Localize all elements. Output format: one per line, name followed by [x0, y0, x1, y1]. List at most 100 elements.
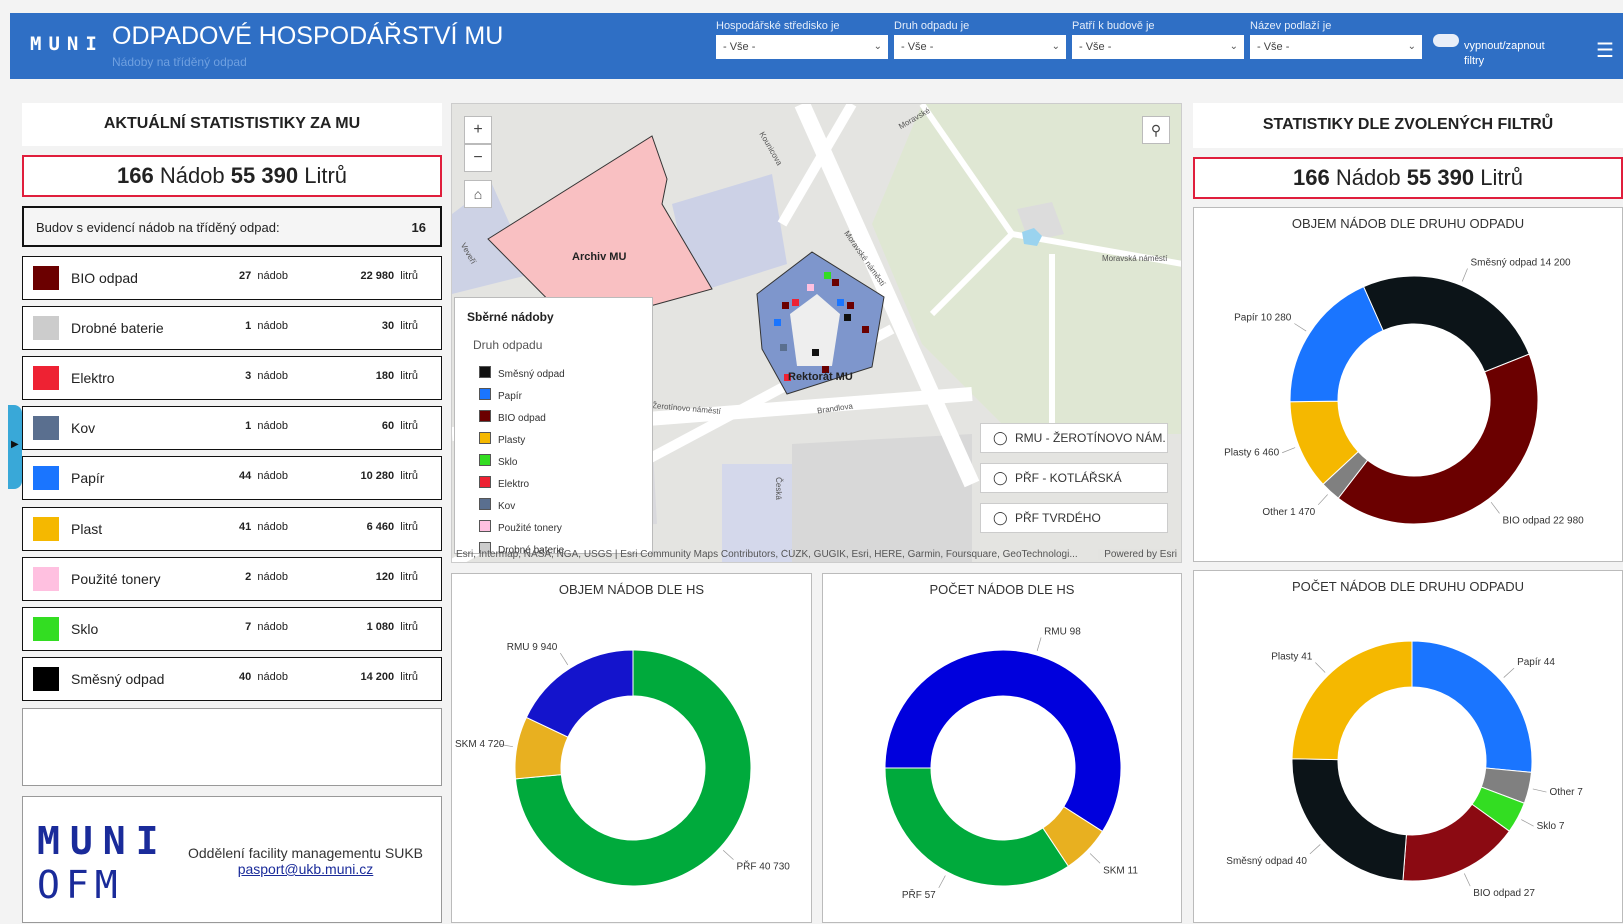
donut-slice[interactable] — [525, 649, 634, 738]
slice-leader-line — [1461, 268, 1468, 282]
waste-count: 3 nádob — [223, 370, 288, 382]
legend-label: Kov — [498, 501, 516, 512]
volume-unit: litrů — [400, 370, 418, 382]
count-value: 1 — [245, 420, 252, 432]
zoom-out-button[interactable]: − — [464, 144, 492, 172]
filter-select[interactable]: - Vše - ⌄ — [894, 35, 1066, 59]
count-unit: nádob — [257, 671, 288, 683]
donut-slice[interactable] — [1289, 286, 1384, 403]
donut-slice[interactable] — [1362, 275, 1530, 373]
volume-value: 14 200 — [360, 671, 395, 683]
color-swatch — [33, 617, 59, 641]
count-unit: nádob — [257, 521, 288, 533]
bookmark-label: PŘF TVRDÉHO — [1015, 511, 1101, 525]
slice-label: BIO odpad 22 980 — [1503, 515, 1585, 526]
map-street-label: Moravská náměstí — [1102, 254, 1168, 263]
volume-unit: litrů — [400, 320, 418, 332]
slice-leader-line — [1490, 501, 1500, 514]
filters-toggle[interactable] — [1433, 34, 1459, 47]
waste-volume: 22 980 litrů — [313, 270, 418, 282]
volume-unit: litrů — [400, 571, 418, 583]
chart-pocet-hs: POČET NÁDOB DLE HS RMU 98 SKM 11 PŘF 57 — [822, 573, 1182, 923]
waste-count: 41 nádob — [223, 521, 288, 533]
zoom-in-button[interactable]: + — [464, 116, 492, 144]
waste-count: 2 nádob — [223, 571, 288, 583]
caret-right-icon: ▶ — [11, 439, 19, 450]
waste-volume: 14 200 litrů — [313, 671, 418, 683]
waste-row[interactable]: Použité tonery 2 nádob 120 litrů — [22, 557, 442, 601]
count-value: 44 — [239, 470, 252, 482]
map-attribution: Esri, Intermap, NASA, NGA, USGS | Esri C… — [456, 549, 1177, 560]
volume-value: 60 — [381, 420, 395, 432]
app-subtitle: Nádoby na tříděný odpad — [112, 55, 247, 69]
volume-unit: litrů — [400, 671, 418, 683]
slice-leader-line — [1463, 873, 1471, 887]
right-total-stat: 166 Nádob 55 390 Litrů — [1193, 157, 1623, 199]
waste-row[interactable]: Plast 41 nádob 6 460 litrů — [22, 507, 442, 551]
total-count: 166 — [1292, 165, 1330, 190]
waste-row[interactable]: Papír 44 nádob 10 280 litrů — [22, 456, 442, 500]
ofm-logo-line2: OFM — [37, 863, 124, 907]
filter-select[interactable]: - Vše - ⌄ — [716, 35, 888, 59]
waste-name: Směsný odpad — [71, 671, 165, 687]
home-icon[interactable]: ⌂ — [464, 180, 492, 208]
search-icon[interactable]: ⚲ — [1142, 116, 1170, 144]
slice-label: Směsný odpad 14 200 — [1471, 257, 1572, 268]
waste-name: Elektro — [71, 370, 115, 386]
filter-select[interactable]: - Vše - ⌄ — [1072, 35, 1244, 59]
waste-row[interactable]: Kov 1 nádob 60 litrů — [22, 406, 442, 450]
legend-title: Sběrné nádoby — [467, 310, 554, 324]
bookmark-prf-tvrdeho[interactable]: ◯ PŘF TVRDÉHO — [980, 503, 1168, 533]
slice-label: BIO odpad 27 — [1473, 888, 1535, 899]
waste-row[interactable]: Elektro 3 nádob 180 litrů — [22, 356, 442, 400]
count-value: 2 — [245, 571, 252, 583]
waste-name: Papír — [71, 470, 105, 486]
total-volume: 55 390 — [1406, 165, 1475, 190]
legend-item: Použité tonery — [479, 520, 562, 534]
waste-row[interactable]: Drobné baterie 1 nádob 30 litrů — [22, 306, 442, 350]
volume-value: 22 980 — [360, 270, 395, 282]
map-legend: Sběrné nádoby Druh odpadu Směsný odpad Pa… — [454, 297, 653, 554]
left-rows-filler — [22, 708, 442, 786]
count-unit: nádob — [257, 621, 288, 633]
waste-volume: 1 080 litrů — [313, 621, 418, 633]
count-unit: nádob — [257, 470, 288, 482]
volume-value: 6 460 — [366, 521, 395, 533]
bookmark-prf-kotlarska[interactable]: ◯ PŘF - KOTLÁŘSKÁ — [980, 463, 1168, 493]
hamburger-menu-icon[interactable]: ☰ — [1596, 38, 1614, 63]
donut-slice[interactable] — [884, 767, 1070, 887]
legend-item: BIO odpad — [479, 410, 546, 424]
filter-hospodarske-stredisko: Hospodářské středisko je - Vše - ⌄ — [716, 20, 888, 59]
waste-row[interactable]: Směsný odpad 40 nádob 14 200 litrů — [22, 657, 442, 701]
bookmark-rmu[interactable]: ◯ RMU - ŽEROTÍNOVO NÁM. — [980, 423, 1168, 453]
waste-volume: 10 280 litrů — [313, 470, 418, 482]
donut-chart: Směsný odpad 14 200 BIO odpad 22 980 Other… — [1224, 257, 1585, 526]
waste-name: BIO odpad — [71, 270, 138, 286]
side-collapse-tab[interactable]: ▶ — [8, 405, 22, 489]
chevron-down-icon: ⌄ — [1051, 41, 1060, 52]
donut-slice[interactable] — [1291, 758, 1407, 882]
email-link[interactable]: pasport@ukb.muni.cz — [183, 861, 428, 877]
buildings-value: 16 — [411, 220, 426, 235]
map-view[interactable]: Archiv MU Rektorát MU Moravské Kounicova… — [451, 103, 1182, 563]
filter-select[interactable]: - Vše - ⌄ — [1250, 35, 1422, 59]
donut-slice[interactable] — [1337, 353, 1539, 525]
legend-label: BIO odpad — [498, 413, 546, 424]
waste-count: 27 nádob — [223, 270, 288, 282]
footer-contact: Oddělení facility managementu SUKB paspo… — [183, 845, 428, 877]
color-swatch — [33, 466, 59, 490]
legend-swatch — [479, 454, 491, 466]
donut-slice[interactable] — [1411, 640, 1533, 773]
slice-label: Sklo 7 — [1537, 821, 1565, 832]
chevron-down-icon: ⌄ — [1229, 41, 1238, 52]
waste-row[interactable]: BIO odpad 27 nádob 22 980 litrů — [22, 256, 442, 300]
volume-value: 120 — [375, 571, 395, 583]
waste-row[interactable]: Sklo 7 nádob 1 080 litrů — [22, 607, 442, 651]
filter-value: - Vše - — [723, 41, 756, 53]
count-unit: nádob — [257, 370, 288, 382]
legend-swatch — [479, 410, 491, 422]
chart-objem-hs: OBJEM NÁDOB DLE HS PŘF 40 730 SKM 4 720 RM… — [451, 573, 812, 923]
donut-chart: Papír 44 Other 7 Sklo 7 BIO odpad 27 Směsný … — [1226, 640, 1583, 899]
powered-by-esri[interactable]: Powered by Esri — [1098, 549, 1177, 560]
slice-label: Plasty 41 — [1271, 652, 1313, 663]
